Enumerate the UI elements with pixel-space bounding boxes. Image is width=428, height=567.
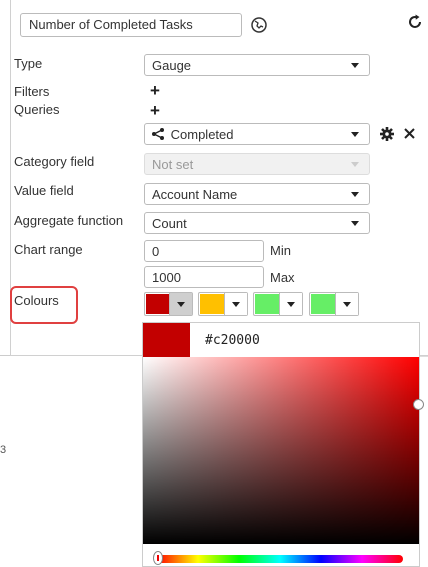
color-picker-popup: #c20000 [142, 322, 424, 567]
refresh-icon[interactable] [406, 13, 424, 31]
hue-handle[interactable] [153, 551, 163, 565]
colour-swatch-1[interactable] [144, 292, 193, 316]
widget-title-input[interactable]: Number of Completed Tasks [20, 13, 242, 37]
chevron-down-icon [351, 221, 359, 226]
aggregate-function-value: Count [152, 216, 187, 231]
color-hex-value[interactable]: #c20000 [205, 333, 260, 348]
chart-range-min-input[interactable]: 0 [144, 240, 264, 262]
chevron-down-icon[interactable] [335, 293, 358, 315]
saturation-handle[interactable] [413, 399, 424, 410]
type-label: Type [14, 56, 43, 71]
category-field-select: Not set [144, 153, 370, 175]
type-select[interactable]: Gauge [144, 54, 370, 76]
max-label: Max [270, 270, 295, 285]
colours-label: Colours [14, 293, 59, 308]
category-field-value: Not set [152, 157, 194, 172]
queries-label: Queries [14, 102, 60, 117]
aggregate-function-select[interactable]: Count [144, 212, 370, 234]
chevron-down-icon[interactable] [279, 293, 302, 315]
colour-swatch-fill [200, 294, 224, 314]
colour-swatch-4[interactable] [309, 292, 359, 316]
saturation-value-area[interactable] [143, 357, 419, 544]
add-query-button[interactable]: + [150, 102, 160, 119]
min-label: Min [270, 243, 291, 258]
chevron-down-icon[interactable] [169, 293, 192, 315]
globe-icon[interactable] [250, 16, 268, 34]
add-filter-button[interactable]: + [150, 82, 160, 99]
background-text: 3 [0, 444, 7, 456]
type-select-value: Gauge [152, 58, 192, 73]
divider [0, 355, 10, 356]
chevron-down-icon [351, 192, 359, 197]
chevron-down-icon[interactable] [224, 293, 247, 315]
chart-range-label: Chart range [14, 242, 83, 257]
category-field-label: Category field [14, 154, 95, 169]
hue-slider[interactable] [157, 555, 403, 563]
gear-icon[interactable] [379, 126, 395, 142]
colour-swatch-fill [255, 294, 279, 314]
aggregate-function-label: Aggregate function [14, 213, 124, 228]
chevron-down-icon [351, 162, 359, 167]
query-select[interactable]: Completed [144, 123, 370, 145]
share-icon [152, 128, 164, 140]
colour-swatch-fill [311, 294, 335, 314]
query-select-value: Completed [170, 127, 234, 142]
colour-swatch-3[interactable] [253, 292, 303, 316]
chevron-down-icon [351, 132, 359, 137]
chart-range-max-input[interactable]: 1000 [144, 266, 264, 288]
close-icon[interactable] [403, 127, 416, 140]
value-field-label: Value field [14, 183, 74, 198]
colour-swatch-2[interactable] [198, 292, 248, 316]
value-field-select[interactable]: Account Name [144, 183, 370, 205]
value-field-value: Account Name [152, 187, 238, 202]
color-preview [143, 323, 190, 357]
filters-label: Filters [14, 84, 50, 99]
divider [420, 356, 428, 357]
colour-swatch-fill [146, 294, 170, 314]
chevron-down-icon [351, 63, 359, 68]
